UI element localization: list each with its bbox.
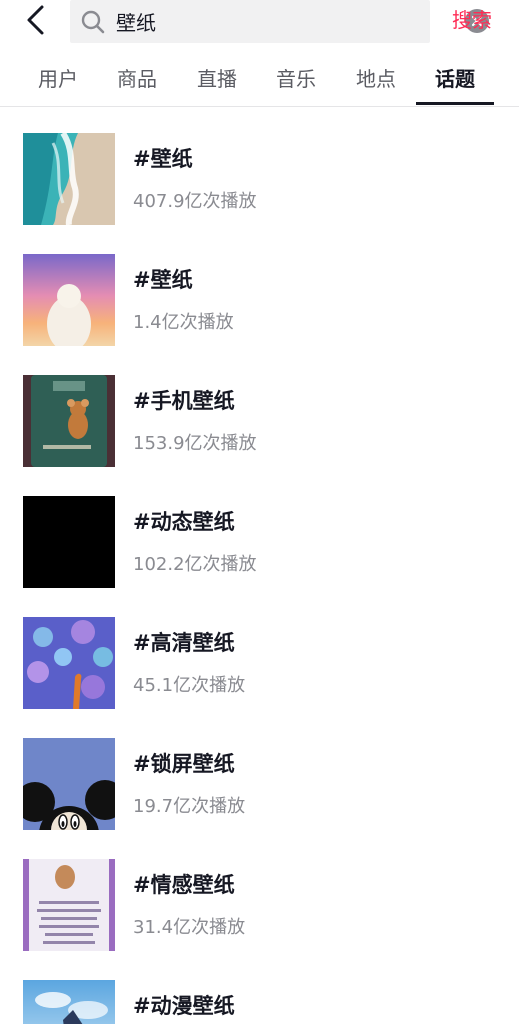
tab-users[interactable]: 用户: [18, 52, 98, 106]
chevron-left-icon: [27, 5, 44, 35]
topic-row[interactable]: #动态壁纸 102.2亿次播放: [0, 470, 519, 591]
topic-thumbnail: [23, 617, 115, 709]
topic-title: #高清壁纸: [133, 631, 235, 655]
search-box[interactable]: [70, 0, 489, 43]
topic-play-count: 19.7亿次播放: [133, 796, 246, 817]
topic-title: #壁纸: [133, 268, 193, 292]
topic-thumbnail: [23, 375, 115, 467]
search-icon: [81, 10, 105, 34]
tab-music[interactable]: 音乐: [256, 52, 336, 106]
topic-row[interactable]: #高清壁纸 45.1亿次播放: [0, 591, 519, 712]
topic-thumbnail: [23, 496, 115, 588]
search-results-page: 搜索 用户 商品 直播 音乐 地点 话题 #壁纸 407.9亿次播放: [0, 0, 519, 1024]
topic-title: #锁屏壁纸: [133, 752, 235, 776]
topic-play-count: 31.4亿次播放: [133, 917, 246, 938]
topic-play-count: 102.2亿次播放: [133, 554, 257, 575]
topic-row[interactable]: #壁纸 407.9亿次播放: [0, 107, 519, 228]
topic-row[interactable]: #壁纸 1.4亿次播放: [0, 228, 519, 349]
tab-topics[interactable]: 话题: [415, 52, 495, 106]
topic-title: #动态壁纸: [133, 510, 235, 534]
topic-title: #情感壁纸: [133, 873, 235, 897]
topic-title: #手机壁纸: [133, 389, 235, 413]
topic-row[interactable]: #情感壁纸 31.4亿次播放: [0, 833, 519, 954]
topic-play-count: 407.9亿次播放: [133, 191, 257, 212]
topic-row[interactable]: #锁屏壁纸 19.7亿次播放: [0, 712, 519, 833]
topic-thumbnail: [23, 133, 115, 225]
search-header: 搜索: [0, 0, 519, 44]
topic-play-count: 153.9亿次播放: [133, 433, 257, 454]
topic-row[interactable]: #动漫壁纸: [0, 954, 519, 1024]
topic-thumbnail: [23, 980, 115, 1024]
topic-title: #壁纸: [133, 147, 193, 171]
topic-thumbnail: [23, 254, 115, 346]
tab-live[interactable]: 直播: [177, 52, 257, 106]
back-button[interactable]: [18, 2, 52, 38]
topic-play-count: 1.4亿次播放: [133, 312, 234, 333]
active-tab-indicator: [416, 102, 494, 105]
tab-places[interactable]: 地点: [336, 52, 416, 106]
category-tabs: 用户 商品 直播 音乐 地点 话题: [0, 52, 519, 107]
topic-play-count: 45.1亿次播放: [133, 675, 246, 696]
search-button[interactable]: 搜索: [452, 0, 492, 40]
topic-thumbnail: [23, 738, 115, 830]
topic-title: #动漫壁纸: [133, 994, 235, 1018]
topic-row[interactable]: #手机壁纸 153.9亿次播放: [0, 349, 519, 470]
tab-products[interactable]: 商品: [97, 52, 177, 106]
search-input[interactable]: [116, 0, 396, 43]
topic-thumbnail: [23, 859, 115, 951]
